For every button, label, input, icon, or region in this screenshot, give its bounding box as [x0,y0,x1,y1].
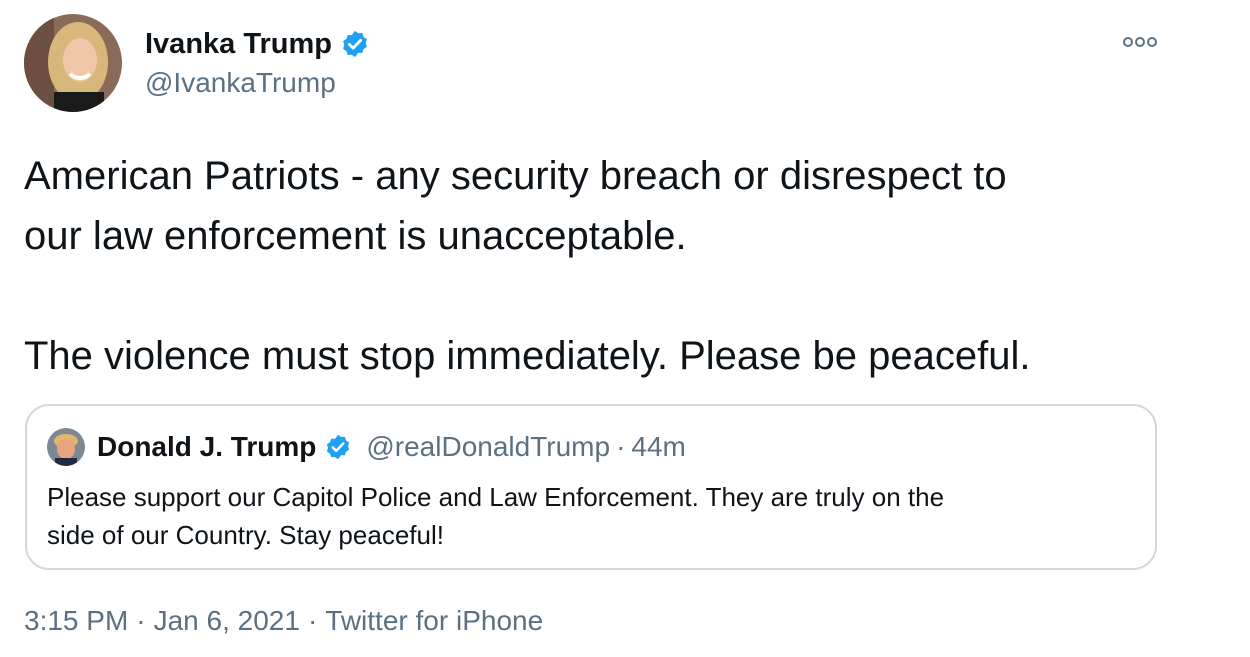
tweet-time[interactable]: 3:15 PM [24,605,128,636]
quoted-author-handle[interactable]: @realDonaldTrump [366,431,610,463]
profile-photo [47,428,85,466]
quoted-tweet-card[interactable]: Donald J. Trump @realDonaldTrump · 44m P… [25,404,1157,570]
quoted-author-name[interactable]: Donald J. Trump [97,431,316,463]
author-avatar[interactable] [24,14,122,112]
more-options-icon [1123,37,1157,47]
tweet-text-line: American Patriots - any security breach … [24,154,1007,198]
author-handle[interactable]: @IvankaTrump [145,66,336,100]
more-options-button[interactable] [1120,30,1160,54]
tweet-text: American Patriots - any security breach … [24,146,1174,386]
tweet-text-line: our law enforcement is unacceptable. [24,214,687,258]
verified-badge-icon [324,433,352,461]
author-name-text: Ivanka Trump [145,28,332,60]
tweet-date[interactable]: Jan 6, 2021 [154,605,300,636]
tweet-text-line: The violence must stop immediately. Plea… [24,334,1031,378]
author-name[interactable]: Ivanka Trump [145,26,370,62]
tweet-source-link[interactable]: Twitter for iPhone [325,605,543,636]
separator-dot: · [616,431,626,462]
quoted-tweet-time[interactable]: 44m [631,431,685,463]
profile-photo [24,14,122,112]
quoted-author-avatar[interactable] [47,428,85,466]
quoted-tweet-text-line: side of our Country. Stay peaceful! [47,520,444,550]
separator-dot: · [307,605,318,636]
verified-badge-icon [340,29,370,59]
tweet-meta: 3:15 PM · Jan 6, 2021 · Twitter for iPhone [24,604,543,638]
tweet-text-line [24,266,1174,326]
separator-dot: · [136,605,146,636]
quoted-tweet-text-line: Please support our Capitol Police and La… [47,482,945,512]
quoted-tweet-header: Donald J. Trump @realDonaldTrump · 44m [97,428,686,466]
quoted-tweet-text: Please support our Capitol Police and La… [47,478,1137,554]
